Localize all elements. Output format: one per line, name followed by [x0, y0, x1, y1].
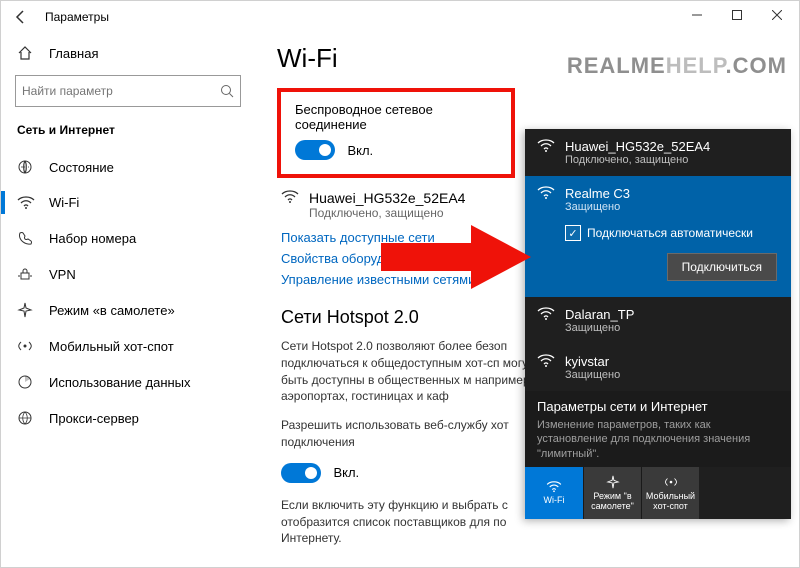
window-title: Параметры — [45, 10, 109, 24]
status-icon — [17, 159, 35, 175]
search-icon — [220, 84, 234, 98]
quick-label: Wi-Fi — [544, 495, 565, 505]
footer-title: Параметры сети и Интернет — [537, 399, 779, 414]
nav-status[interactable]: Состояние — [1, 149, 253, 185]
maximize-button[interactable] — [721, 3, 753, 27]
quick-label: Мобильный хот-спот — [642, 491, 699, 511]
nav-label: Состояние — [49, 160, 114, 175]
toggle-state-2: Вкл. — [333, 465, 359, 480]
connected-name: Huawei_HG532e_52EA4 — [309, 190, 465, 206]
nav-label: Набор номера — [49, 231, 136, 246]
checkbox-icon: ✓ — [565, 225, 581, 241]
quick-hotspot[interactable]: Мобильный хот-спот — [641, 467, 699, 519]
network-item[interactable]: Dalaran_TP Защищено — [525, 297, 791, 344]
quick-airplane[interactable]: Режим "в самолете" — [583, 467, 641, 519]
network-item[interactable]: kyivstar Защищено — [525, 344, 791, 391]
network-item-selected[interactable]: Realme C3 Защищено ✓ Подключаться автома… — [525, 176, 791, 297]
nav-label: Прокси-сервер — [49, 411, 139, 426]
quick-label: Режим "в самолете" — [584, 491, 641, 511]
nav-label: Использование данных — [49, 375, 191, 390]
wireless-toggle[interactable] — [295, 140, 335, 160]
auto-connect-label: Подключаться автоматически — [587, 226, 753, 240]
nav-airplane[interactable]: Режим «в самолете» — [1, 292, 253, 328]
wireless-label: Беспроводное сетевое соединение — [295, 102, 497, 132]
toggle-state: Вкл. — [347, 143, 373, 158]
wifi-icon — [537, 307, 555, 334]
net-name: Huawei_HG532e_52EA4 — [565, 139, 710, 154]
nav-proxy[interactable]: Прокси-сервер — [1, 400, 253, 436]
wifi-icon — [537, 354, 555, 381]
search-box[interactable] — [15, 75, 241, 107]
quick-wifi[interactable]: Wi-Fi — [525, 467, 583, 519]
nav-label: Режим «в самолете» — [49, 303, 175, 318]
section-title: Сеть и Интернет — [1, 121, 253, 149]
annotation-arrow — [381, 225, 531, 289]
network-flyout: Huawei_HG532e_52EA4 Подключено, защищено… — [525, 129, 791, 519]
footer-sub: Изменение параметров, таких как установл… — [537, 418, 779, 461]
home-link[interactable]: Главная — [1, 37, 253, 69]
hotspot-toggle[interactable] — [281, 463, 321, 483]
hotspot-desc: Сети Hotspot 2.0 позволяют более безоп п… — [281, 338, 541, 405]
hotspot-icon — [17, 338, 35, 354]
wifi-icon — [17, 196, 35, 210]
nav-label: Мобильный хот-спот — [49, 339, 174, 354]
wifi-icon — [537, 139, 555, 166]
hotspot-desc2: Если включить эту функцию и выбрать с от… — [281, 497, 541, 547]
wireless-highlight-box: Беспроводное сетевое соединение Вкл. — [277, 88, 515, 178]
nav-label: VPN — [49, 267, 76, 282]
connect-button[interactable]: Подключиться — [667, 253, 777, 281]
net-name: Realme C3 — [565, 186, 630, 201]
net-name: Dalaran_TP — [565, 307, 634, 322]
nav-label: Wi-Fi — [49, 195, 79, 210]
airplane-icon — [17, 302, 35, 318]
dialup-icon — [17, 230, 35, 246]
back-button[interactable] — [9, 5, 33, 29]
close-button[interactable] — [761, 3, 793, 27]
vpn-icon — [17, 266, 35, 282]
wifi-icon — [281, 190, 299, 204]
net-name: kyivstar — [565, 354, 620, 369]
network-item[interactable]: Huawei_HG532e_52EA4 Подключено, защищено — [525, 129, 791, 176]
nav-vpn[interactable]: VPN — [1, 256, 253, 292]
net-status: Защищено — [565, 369, 620, 381]
search-input[interactable] — [22, 84, 220, 98]
nav-datausage[interactable]: Использование данных — [1, 364, 253, 400]
data-icon — [17, 374, 35, 390]
home-icon — [17, 45, 35, 61]
auto-connect-checkbox[interactable]: ✓ Подключаться автоматически — [565, 225, 779, 241]
minimize-button[interactable] — [681, 3, 713, 27]
net-status: Защищено — [565, 201, 630, 213]
nav-wifi[interactable]: Wi-Fi — [1, 185, 253, 220]
nav-hotspot[interactable]: Мобильный хот-спот — [1, 328, 253, 364]
net-status: Подключено, защищено — [565, 154, 710, 166]
nav-dialup[interactable]: Набор номера — [1, 220, 253, 256]
watermark: REALMEHELP.COM — [567, 53, 787, 79]
sidebar: Главная Сеть и Интернет Состояние Wi-Fi … — [1, 33, 253, 567]
proxy-icon — [17, 410, 35, 426]
hotspot-allow-label: Разрешить использовать веб-службу хот по… — [281, 417, 541, 451]
connected-status: Подключено, защищено — [309, 206, 465, 220]
wifi-icon — [537, 186, 555, 213]
flyout-footer[interactable]: Параметры сети и Интернет Изменение пара… — [525, 391, 791, 467]
home-label: Главная — [49, 46, 98, 61]
net-status: Защищено — [565, 322, 634, 334]
